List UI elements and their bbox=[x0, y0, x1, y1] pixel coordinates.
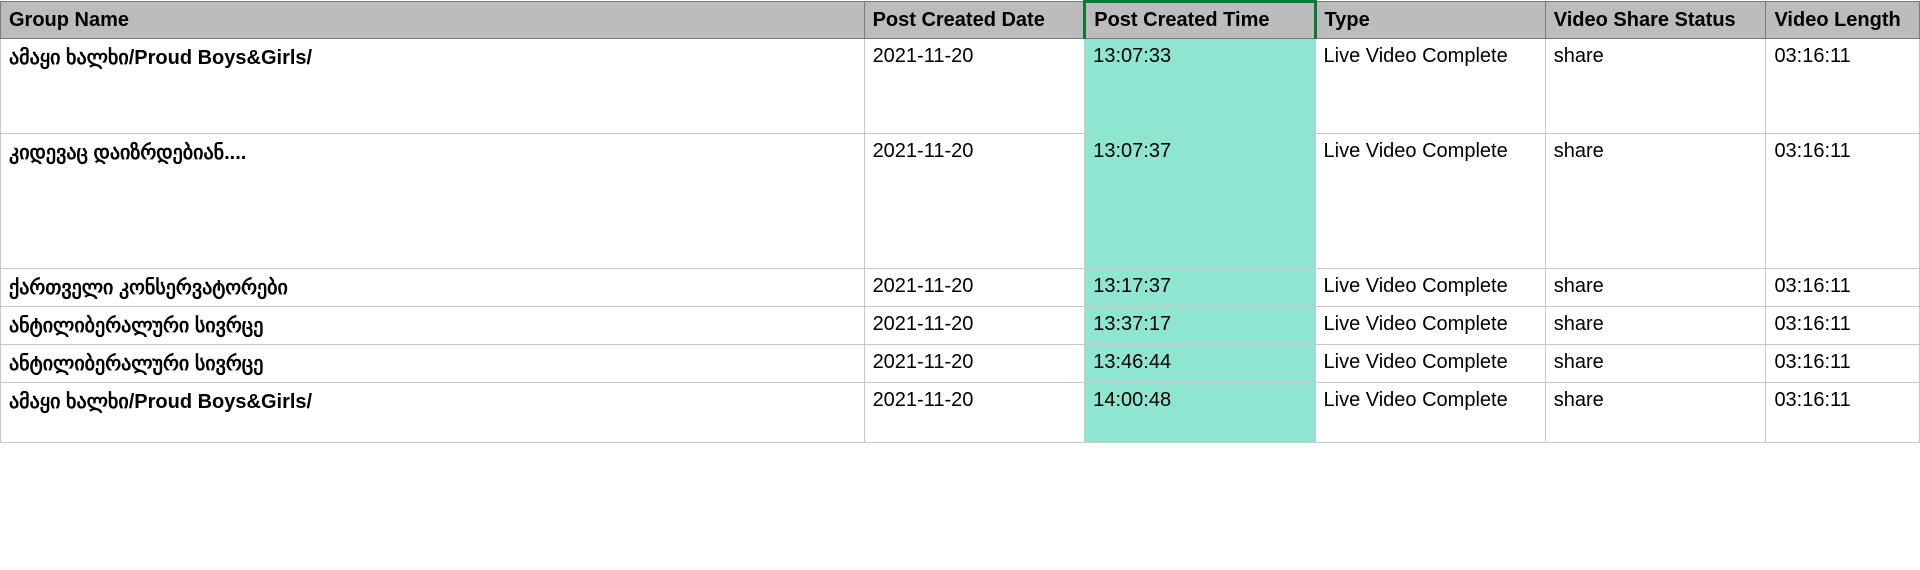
header-video-length[interactable]: Video Length bbox=[1766, 2, 1920, 39]
table-row: ქართველი კონსერვატორები 2021-11-20 13:17… bbox=[1, 269, 1920, 307]
cell-group-name[interactable]: ქართველი კონსერვატორები bbox=[1, 269, 865, 307]
data-table: Group Name Post Created Date Post Create… bbox=[0, 0, 1920, 443]
cell-post-created-date[interactable]: 2021-11-20 bbox=[864, 134, 1085, 269]
cell-group-name[interactable]: ამაყი ხალხი/Proud Boys&Girls/ bbox=[1, 39, 865, 134]
cell-video-share-status[interactable]: share bbox=[1545, 345, 1766, 383]
cell-group-name[interactable]: კიდევაც დაიზრდებიან.... bbox=[1, 134, 865, 269]
cell-type[interactable]: Live Video Complete bbox=[1315, 39, 1545, 134]
cell-video-length[interactable]: 03:16:11 bbox=[1766, 134, 1920, 269]
cell-post-created-date[interactable]: 2021-11-20 bbox=[864, 307, 1085, 345]
table-row: ანტილიბერალური სივრცე 2021-11-20 13:46:4… bbox=[1, 345, 1920, 383]
header-post-created-time[interactable]: Post Created Time bbox=[1085, 2, 1315, 39]
table-row: კიდევაც დაიზრდებიან.... 2021-11-20 13:07… bbox=[1, 134, 1920, 269]
table-row: ამაყი ხალხი/Proud Boys&Girls/ 2021-11-20… bbox=[1, 39, 1920, 134]
header-group-name[interactable]: Group Name bbox=[1, 2, 865, 39]
cell-post-created-time[interactable]: 13:07:37 bbox=[1085, 134, 1315, 269]
table-header-row: Group Name Post Created Date Post Create… bbox=[1, 2, 1920, 39]
cell-post-created-date[interactable]: 2021-11-20 bbox=[864, 269, 1085, 307]
cell-post-created-date[interactable]: 2021-11-20 bbox=[864, 383, 1085, 443]
cell-post-created-time[interactable]: 13:07:33 bbox=[1085, 39, 1315, 134]
cell-video-share-status[interactable]: share bbox=[1545, 269, 1766, 307]
cell-video-length[interactable]: 03:16:11 bbox=[1766, 39, 1920, 134]
header-video-share-status[interactable]: Video Share Status bbox=[1545, 2, 1766, 39]
header-type[interactable]: Type bbox=[1315, 2, 1545, 39]
cell-video-length[interactable]: 03:16:11 bbox=[1766, 307, 1920, 345]
cell-type[interactable]: Live Video Complete bbox=[1315, 345, 1545, 383]
table-row: ამაყი ხალხი/Proud Boys&Girls/ 2021-11-20… bbox=[1, 383, 1920, 443]
cell-type[interactable]: Live Video Complete bbox=[1315, 134, 1545, 269]
cell-video-length[interactable]: 03:16:11 bbox=[1766, 269, 1920, 307]
table-row: ანტილიბერალური სივრცე 2021-11-20 13:37:1… bbox=[1, 307, 1920, 345]
cell-video-share-status[interactable]: share bbox=[1545, 383, 1766, 443]
cell-video-share-status[interactable]: share bbox=[1545, 307, 1766, 345]
cell-post-created-time[interactable]: 14:00:48 bbox=[1085, 383, 1315, 443]
cell-video-length[interactable]: 03:16:11 bbox=[1766, 345, 1920, 383]
cell-type[interactable]: Live Video Complete bbox=[1315, 307, 1545, 345]
cell-type[interactable]: Live Video Complete bbox=[1315, 269, 1545, 307]
cell-video-length[interactable]: 03:16:11 bbox=[1766, 383, 1920, 443]
cell-post-created-time[interactable]: 13:37:17 bbox=[1085, 307, 1315, 345]
cell-group-name[interactable]: ამაყი ხალხი/Proud Boys&Girls/ bbox=[1, 383, 865, 443]
cell-post-created-date[interactable]: 2021-11-20 bbox=[864, 345, 1085, 383]
cell-group-name[interactable]: ანტილიბერალური სივრცე bbox=[1, 307, 865, 345]
cell-post-created-time[interactable]: 13:46:44 bbox=[1085, 345, 1315, 383]
cell-group-name[interactable]: ანტილიბერალური სივრცე bbox=[1, 345, 865, 383]
cell-type[interactable]: Live Video Complete bbox=[1315, 383, 1545, 443]
cell-video-share-status[interactable]: share bbox=[1545, 39, 1766, 134]
cell-video-share-status[interactable]: share bbox=[1545, 134, 1766, 269]
cell-post-created-date[interactable]: 2021-11-20 bbox=[864, 39, 1085, 134]
cell-post-created-time[interactable]: 13:17:37 bbox=[1085, 269, 1315, 307]
header-post-created-date[interactable]: Post Created Date bbox=[864, 2, 1085, 39]
